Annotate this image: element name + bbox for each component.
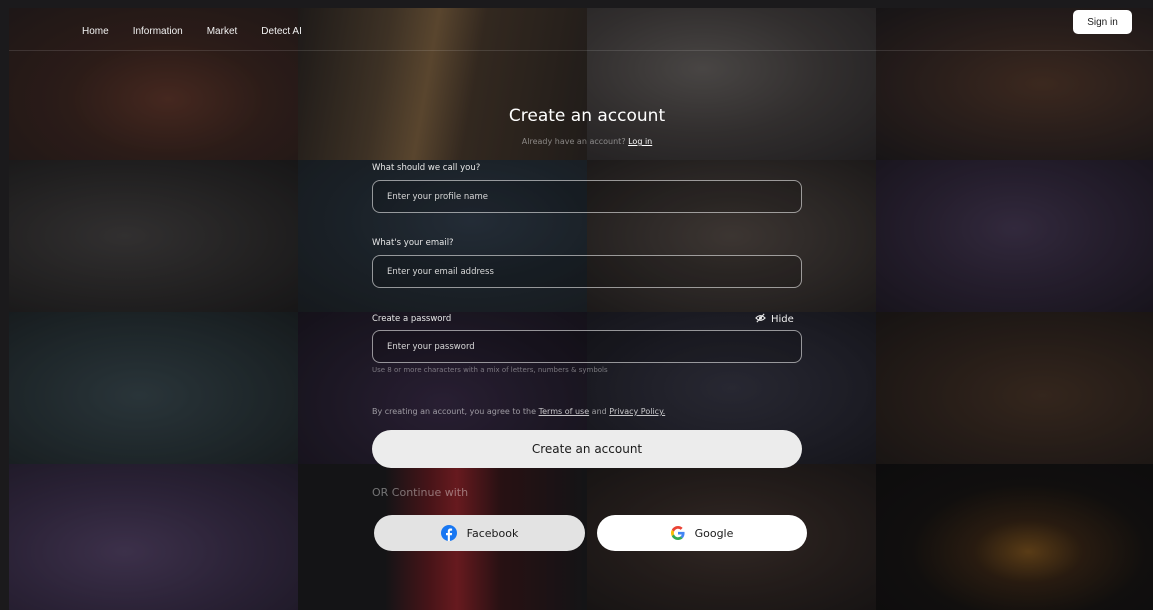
create-account-button[interactable]: Create an account [372,430,802,468]
terms-prefix: By creating an account, you agree to the [372,407,537,416]
email-label: What's your email? [372,238,454,248]
nav-links: Home Information Market Detect AI [82,26,326,37]
mineral-image [9,464,298,610]
profile-name-label: What should we call you? [372,163,481,173]
mineral-image [9,160,298,312]
eye-off-icon [755,313,771,326]
google-label: Google [694,526,734,540]
mineral-image [9,312,298,464]
password-label: Create a password [372,314,452,324]
nav-link-market[interactable]: Market [207,26,238,37]
google-icon [670,526,685,540]
profile-name-input[interactable] [372,180,802,213]
mineral-image [876,464,1153,610]
nav-link-detect-ai[interactable]: Detect AI [261,26,302,37]
mineral-image [876,160,1153,312]
terms-of-use-link[interactable]: Terms of use [539,407,590,416]
top-nav: Home Information Market Detect AI [9,8,1153,51]
google-login-button[interactable]: Google [597,515,807,551]
hide-password-toggle[interactable]: Hide [755,313,794,326]
nav-link-home[interactable]: Home [82,26,109,37]
email-input[interactable] [372,255,802,288]
login-prompt: Already have an account? Log in [420,137,754,146]
password-hint: Use 8 or more characters with a mix of l… [372,366,608,374]
sign-in-button[interactable]: Sign in [1073,10,1132,34]
terms-and: and [591,407,607,416]
mineral-image [876,312,1153,464]
login-prompt-text: Already have an account? [521,137,626,146]
background-mosaic [9,8,1153,610]
facebook-login-button[interactable]: Facebook [374,515,585,551]
or-continue-with: OR Continue with [372,486,469,499]
terms-notice: By creating an account, you agree to the… [372,407,665,416]
log-in-link[interactable]: Log in [628,137,652,146]
nav-link-information[interactable]: Information [133,26,183,37]
page-title: Create an account [508,106,666,126]
privacy-policy-link[interactable]: Privacy Policy. [609,407,665,416]
facebook-label: Facebook [466,526,519,540]
password-input[interactable] [372,330,802,363]
hide-label: Hide [771,314,794,325]
facebook-icon [440,525,457,541]
